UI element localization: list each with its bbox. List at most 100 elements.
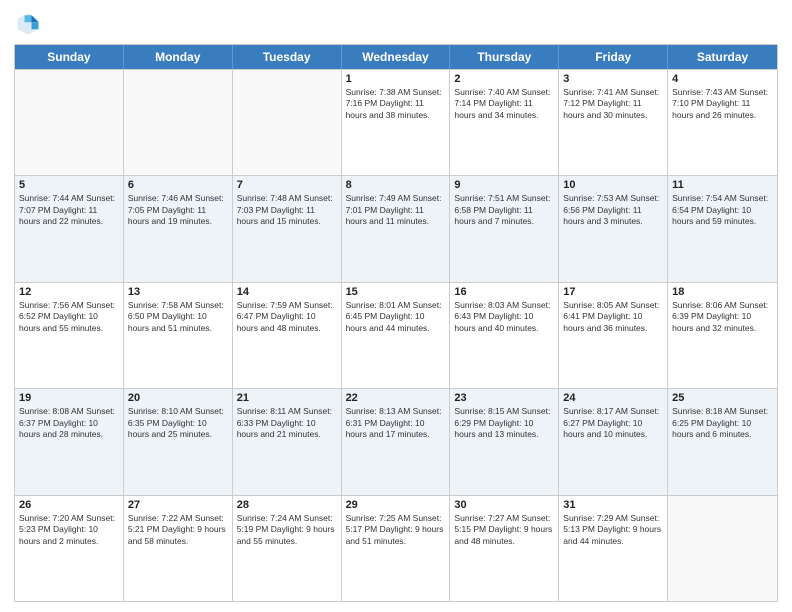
day-info: Sunrise: 8:05 AM Sunset: 6:41 PM Dayligh… bbox=[563, 300, 663, 334]
day-info: Sunrise: 7:46 AM Sunset: 7:05 PM Dayligh… bbox=[128, 193, 228, 227]
calendar-day-2: 2 Sunrise: 7:40 AM Sunset: 7:14 PM Daylig… bbox=[450, 70, 559, 175]
calendar-day-24: 24Sunrise: 8:17 AM Sunset: 6:27 PM Dayli… bbox=[559, 389, 668, 494]
day-info: Sunrise: 7:59 AM Sunset: 6:47 PM Dayligh… bbox=[237, 300, 337, 334]
page-header bbox=[14, 10, 778, 38]
day-info: Sunrise: 7:53 AM Sunset: 6:56 PM Dayligh… bbox=[563, 193, 663, 227]
day-info: Sunrise: 7:29 AM Sunset: 5:13 PM Dayligh… bbox=[563, 513, 663, 547]
day-number: 11 bbox=[672, 179, 773, 191]
day-info: Sunrise: 7:41 AM Sunset: 7:12 PM Dayligh… bbox=[563, 87, 663, 121]
calendar-day-15: 15 Sunrise: 8:01 AM Sunset: 6:45 PM Dayli… bbox=[342, 283, 451, 388]
header-day-tuesday: Tuesday bbox=[233, 45, 342, 69]
day-number: 6 bbox=[128, 179, 228, 191]
header-day-friday: Friday bbox=[559, 45, 668, 69]
calendar-day-4: 4 Sunrise: 7:43 AM Sunset: 7:10 PM Daylig… bbox=[668, 70, 777, 175]
calendar-week-2: 5Sunrise: 7:44 AM Sunset: 7:07 PM Daylig… bbox=[15, 175, 777, 281]
day-number: 16 bbox=[454, 286, 554, 298]
day-number: 7 bbox=[237, 179, 337, 191]
day-number: 28 bbox=[237, 499, 337, 511]
calendar-week-5: 26 Sunrise: 7:20 AM Sunset: 5:23 PM Dayli… bbox=[15, 495, 777, 601]
day-number: 12 bbox=[19, 286, 119, 298]
calendar-day-3: 3 Sunrise: 7:41 AM Sunset: 7:12 PM Daylig… bbox=[559, 70, 668, 175]
calendar-day-12: 12 Sunrise: 7:56 AM Sunset: 6:52 PM Dayli… bbox=[15, 283, 124, 388]
day-info: Sunrise: 8:08 AM Sunset: 6:37 PM Dayligh… bbox=[19, 406, 119, 440]
day-number: 15 bbox=[346, 286, 446, 298]
day-info: Sunrise: 8:11 AM Sunset: 6:33 PM Dayligh… bbox=[237, 406, 337, 440]
day-info: Sunrise: 7:51 AM Sunset: 6:58 PM Dayligh… bbox=[454, 193, 554, 227]
day-info: Sunrise: 8:15 AM Sunset: 6:29 PM Dayligh… bbox=[454, 406, 554, 440]
calendar-week-1: 1Sunrise: 7:38 AM Sunset: 7:16 PM Daylig… bbox=[15, 69, 777, 175]
day-number: 25 bbox=[672, 392, 773, 404]
calendar: SundayMondayTuesdayWednesdayThursdayFrid… bbox=[14, 44, 778, 602]
calendar-week-4: 19 Sunrise: 8:08 AM Sunset: 6:37 PM Dayli… bbox=[15, 388, 777, 494]
calendar-day-6: 6 Sunrise: 7:46 AM Sunset: 7:05 PM Daylig… bbox=[124, 176, 233, 281]
day-info: Sunrise: 7:25 AM Sunset: 5:17 PM Dayligh… bbox=[346, 513, 446, 547]
day-info: Sunrise: 7:49 AM Sunset: 7:01 PM Dayligh… bbox=[346, 193, 446, 227]
calendar-day-9: 9 Sunrise: 7:51 AM Sunset: 6:58 PM Daylig… bbox=[450, 176, 559, 281]
calendar-day-23: 23 Sunrise: 8:15 AM Sunset: 6:29 PM Dayli… bbox=[450, 389, 559, 494]
day-number: 3 bbox=[563, 73, 663, 85]
day-info: Sunrise: 8:01 AM Sunset: 6:45 PM Dayligh… bbox=[346, 300, 446, 334]
day-number: 19 bbox=[19, 392, 119, 404]
calendar-day-1: 1Sunrise: 7:38 AM Sunset: 7:16 PM Daylig… bbox=[342, 70, 451, 175]
day-number: 1 bbox=[346, 73, 446, 85]
day-number: 18 bbox=[672, 286, 773, 298]
calendar-day-25: 25Sunrise: 8:18 AM Sunset: 6:25 PM Dayli… bbox=[668, 389, 777, 494]
day-info: Sunrise: 8:10 AM Sunset: 6:35 PM Dayligh… bbox=[128, 406, 228, 440]
calendar-day-22: 22 Sunrise: 8:13 AM Sunset: 6:31 PM Dayli… bbox=[342, 389, 451, 494]
day-number: 4 bbox=[672, 73, 773, 85]
day-info: Sunrise: 7:24 AM Sunset: 5:19 PM Dayligh… bbox=[237, 513, 337, 547]
day-number: 30 bbox=[454, 499, 554, 511]
day-info: Sunrise: 7:40 AM Sunset: 7:14 PM Dayligh… bbox=[454, 87, 554, 121]
day-number: 21 bbox=[237, 392, 337, 404]
day-info: Sunrise: 8:06 AM Sunset: 6:39 PM Dayligh… bbox=[672, 300, 773, 334]
header-day-saturday: Saturday bbox=[668, 45, 777, 69]
calendar-empty-cell bbox=[15, 70, 124, 175]
logo bbox=[14, 10, 46, 38]
calendar-body: 1Sunrise: 7:38 AM Sunset: 7:16 PM Daylig… bbox=[15, 69, 777, 601]
day-info: Sunrise: 7:58 AM Sunset: 6:50 PM Dayligh… bbox=[128, 300, 228, 334]
day-number: 10 bbox=[563, 179, 663, 191]
day-number: 23 bbox=[454, 392, 554, 404]
calendar-empty-cell bbox=[124, 70, 233, 175]
header-day-thursday: Thursday bbox=[450, 45, 559, 69]
day-info: Sunrise: 8:13 AM Sunset: 6:31 PM Dayligh… bbox=[346, 406, 446, 440]
day-info: Sunrise: 7:22 AM Sunset: 5:21 PM Dayligh… bbox=[128, 513, 228, 547]
day-info: Sunrise: 7:54 AM Sunset: 6:54 PM Dayligh… bbox=[672, 193, 773, 227]
calendar-day-29: 29Sunrise: 7:25 AM Sunset: 5:17 PM Dayli… bbox=[342, 496, 451, 601]
day-number: 27 bbox=[128, 499, 228, 511]
day-number: 2 bbox=[454, 73, 554, 85]
calendar-day-31: 31 Sunrise: 7:29 AM Sunset: 5:13 PM Dayli… bbox=[559, 496, 668, 601]
day-info: Sunrise: 7:48 AM Sunset: 7:03 PM Dayligh… bbox=[237, 193, 337, 227]
calendar-day-13: 13 Sunrise: 7:58 AM Sunset: 6:50 PM Dayli… bbox=[124, 283, 233, 388]
calendar-day-30: 30 Sunrise: 7:27 AM Sunset: 5:15 PM Dayli… bbox=[450, 496, 559, 601]
day-info: Sunrise: 7:27 AM Sunset: 5:15 PM Dayligh… bbox=[454, 513, 554, 547]
day-number: 17 bbox=[563, 286, 663, 298]
calendar-day-10: 10 Sunrise: 7:53 AM Sunset: 6:56 PM Dayli… bbox=[559, 176, 668, 281]
day-info: Sunrise: 7:43 AM Sunset: 7:10 PM Dayligh… bbox=[672, 87, 773, 121]
day-info: Sunrise: 7:56 AM Sunset: 6:52 PM Dayligh… bbox=[19, 300, 119, 334]
day-number: 8 bbox=[346, 179, 446, 191]
calendar-day-11: 11 Sunrise: 7:54 AM Sunset: 6:54 PM Dayli… bbox=[668, 176, 777, 281]
calendar-day-5: 5Sunrise: 7:44 AM Sunset: 7:07 PM Daylig… bbox=[15, 176, 124, 281]
day-number: 22 bbox=[346, 392, 446, 404]
calendar-day-19: 19 Sunrise: 8:08 AM Sunset: 6:37 PM Dayli… bbox=[15, 389, 124, 494]
day-info: Sunrise: 7:44 AM Sunset: 7:07 PM Dayligh… bbox=[19, 193, 119, 227]
day-number: 26 bbox=[19, 499, 119, 511]
day-info: Sunrise: 8:17 AM Sunset: 6:27 PM Dayligh… bbox=[563, 406, 663, 440]
day-number: 13 bbox=[128, 286, 228, 298]
calendar-day-27: 27 Sunrise: 7:22 AM Sunset: 5:21 PM Dayli… bbox=[124, 496, 233, 601]
day-number: 9 bbox=[454, 179, 554, 191]
calendar-empty-cell bbox=[668, 496, 777, 601]
calendar-day-8: 8 Sunrise: 7:49 AM Sunset: 7:01 PM Daylig… bbox=[342, 176, 451, 281]
calendar-header: SundayMondayTuesdayWednesdayThursdayFrid… bbox=[15, 45, 777, 69]
calendar-day-26: 26 Sunrise: 7:20 AM Sunset: 5:23 PM Dayli… bbox=[15, 496, 124, 601]
calendar-day-18: 18 Sunrise: 8:06 AM Sunset: 6:39 PM Dayli… bbox=[668, 283, 777, 388]
day-number: 14 bbox=[237, 286, 337, 298]
day-number: 31 bbox=[563, 499, 663, 511]
calendar-day-7: 7 Sunrise: 7:48 AM Sunset: 7:03 PM Daylig… bbox=[233, 176, 342, 281]
day-info: Sunrise: 7:20 AM Sunset: 5:23 PM Dayligh… bbox=[19, 513, 119, 547]
calendar-day-16: 16Sunrise: 8:03 AM Sunset: 6:43 PM Dayli… bbox=[450, 283, 559, 388]
calendar-day-14: 14 Sunrise: 7:59 AM Sunset: 6:47 PM Dayli… bbox=[233, 283, 342, 388]
calendar-week-3: 12 Sunrise: 7:56 AM Sunset: 6:52 PM Dayli… bbox=[15, 282, 777, 388]
calendar-day-17: 17 Sunrise: 8:05 AM Sunset: 6:41 PM Dayli… bbox=[559, 283, 668, 388]
